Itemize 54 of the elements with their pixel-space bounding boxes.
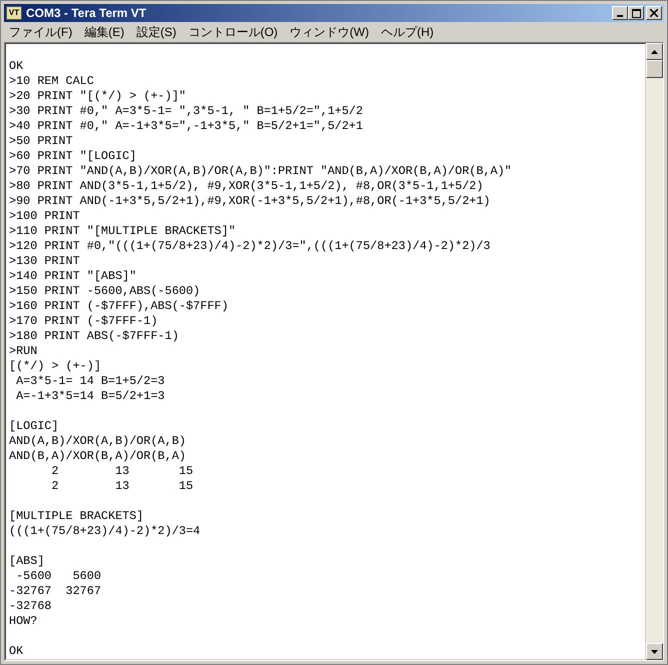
terminal-line: [(*/) > (+-)] xyxy=(9,359,102,374)
terminal-line: >180 PRINT ABS(-$7FFF-1) xyxy=(9,329,179,344)
terminal-line: >70 PRINT "AND(A,B)/XOR(A,B)/OR(A,B)":PRINT "AND(B,A)/XOR(B,A)/OR(B,A)" xyxy=(9,164,512,179)
terminal-line: >150 PRINT -5600,ABS(-5600) xyxy=(9,284,200,299)
scroll-up-button[interactable] xyxy=(646,43,663,60)
window-title: COM3 - Tera Term VT xyxy=(26,5,148,22)
terminal-line: >30 PRINT #0," A=3*5-1= ",3*5-1, " B=1+5/2=",1+5/2 xyxy=(9,104,363,119)
terminal-line: >100 PRINT xyxy=(9,209,80,224)
close-icon xyxy=(650,9,658,18)
scroll-down-button[interactable] xyxy=(646,643,663,660)
menu-item[interactable]: ヘルプ(H) xyxy=(374,23,440,42)
terminal-line: OK xyxy=(9,644,24,659)
terminal-line: >20 PRINT "[(*/) > (+-)]" xyxy=(9,89,186,104)
down-arrow-icon xyxy=(651,650,658,654)
terminal-line: -5600 5600 xyxy=(15,569,102,584)
menu-item[interactable]: コントロール(O) xyxy=(182,23,284,42)
terminal-line: >60 PRINT "[LOGIC] xyxy=(9,149,136,164)
terminal-line: [ABS] xyxy=(9,554,44,569)
terminal-line: >10 REM CALC xyxy=(9,74,94,89)
menu-item[interactable]: 設定(S) xyxy=(130,23,182,42)
terminal-line: >40 PRINT #0," A=-1+3*5=",-1+3*5," B=5/2+1=",5/2+1 xyxy=(9,119,363,134)
terminal-line: >110 PRINT "[MULTIPLE BRACKETS]" xyxy=(9,224,236,239)
close-button[interactable] xyxy=(646,6,662,20)
terminal-line: >170 PRINT (-$7FFF-1) xyxy=(9,314,158,329)
minimize-button[interactable] xyxy=(612,6,628,20)
terminal-line: >160 PRINT (-$7FFF),ABS(-$7FFF) xyxy=(9,299,228,314)
terminal-line: A=3*5-1= 14 B=1+5/2=3 xyxy=(15,374,165,389)
app-icon: VT xyxy=(6,6,22,20)
terminal-line: -32767 32767 xyxy=(9,584,102,599)
menu-item[interactable]: 編集(E) xyxy=(78,23,130,42)
terminal-line: [MULTIPLE BRACKETS] xyxy=(9,509,144,524)
menu-item[interactable]: ウィンドウ(W) xyxy=(284,23,375,42)
maximize-icon xyxy=(632,8,640,18)
terminal-line: -32768 xyxy=(9,599,52,614)
terminal-line: >140 PRINT "[ABS]" xyxy=(9,269,136,284)
terminal-line: 2 13 15 xyxy=(50,464,194,479)
terminal-line: >80 PRINT AND(3*5-1,1+5/2), #9,XOR(3*5-1,1+5/2), #8,OR(3*5-1,1+5/2) xyxy=(9,179,484,194)
scroll-thumb[interactable] xyxy=(646,60,663,78)
terminal-line: [LOGIC] xyxy=(9,419,59,434)
terminal-line: >90 PRINT AND(-1+3*5,5/2+1),#9,XOR(-1+3*5,5/2+1),#8,OR(-1+3*5,5/2+1) xyxy=(9,194,490,209)
maximize-button[interactable] xyxy=(628,6,644,20)
terminal-line: HOW? xyxy=(9,614,38,629)
up-arrow-icon xyxy=(651,50,658,54)
terminal-line: OK xyxy=(9,59,24,74)
terminal-line: A=-1+3*5=14 B=5/2+1=3 xyxy=(15,389,165,404)
terminal-line: >50 PRINT xyxy=(9,134,73,149)
terminal-line: (((1+(75/8+23)/4)-2)*2)/3=4 xyxy=(9,524,200,539)
terminal-line: >130 PRINT xyxy=(9,254,80,269)
terminal-line: AND(A,B)/XOR(A,B)/OR(A,B) xyxy=(9,434,186,449)
terminal-line: 2 13 15 xyxy=(50,479,194,494)
terminal-line: >120 PRINT #0,"(((1+(75/8+23)/4)-2)*2)/3=",(((1+(75/8+23)/4)-2)*2)/3 xyxy=(9,239,490,254)
terminal-line: >RUN xyxy=(9,344,38,359)
terminal-line: AND(B,A)/XOR(B,A)/OR(B,A) xyxy=(9,449,186,464)
menu-item[interactable]: ファイル(F) xyxy=(3,23,78,42)
